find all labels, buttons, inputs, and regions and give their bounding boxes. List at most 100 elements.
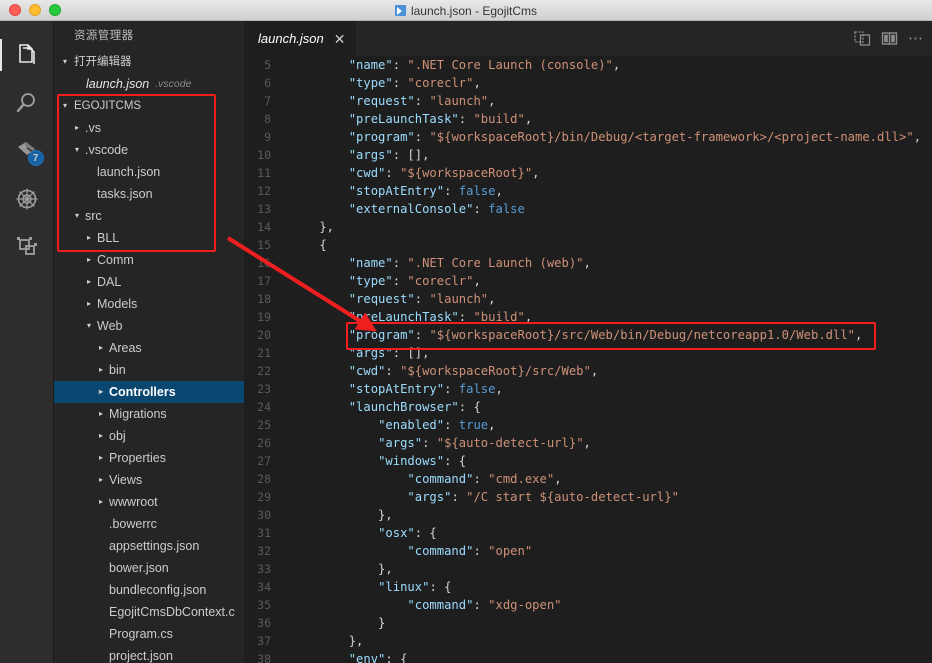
window-title-bar-text: launch.json - EgojitCms: [0, 0, 932, 21]
line-number: 19: [257, 310, 271, 324]
tree-item-label: obj: [109, 429, 126, 443]
code-line: 32 "command": "open": [244, 542, 932, 560]
tree-item-project-json[interactable]: project.json: [54, 645, 244, 663]
split-editor-icon[interactable]: [881, 30, 898, 47]
line-number: 8: [264, 112, 271, 126]
tree-item-comm[interactable]: ▸ Comm: [54, 249, 244, 271]
tree-item-program-cs[interactable]: Program.cs: [54, 623, 244, 645]
chevron-right-icon: ▸: [86, 255, 91, 264]
open-editor-folder: .vscode: [155, 78, 192, 90]
line-text: "request": "launch",: [348, 292, 496, 306]
tree-item-properties[interactable]: ▸ Properties: [54, 447, 244, 469]
minimize-window-button[interactable]: [29, 4, 41, 16]
line-number: 13: [257, 202, 271, 216]
tree-item-wwwroot[interactable]: ▸ wwwroot: [54, 491, 244, 513]
code-line: 9 "program": "${workspaceRoot}/bin/Debug…: [244, 128, 932, 146]
activity-item-explorer[interactable]: [0, 31, 54, 79]
code-line: 17 "type": "coreclr",: [244, 272, 932, 290]
line-number: 9: [264, 130, 271, 144]
code-editor-viewport[interactable]: 5 "name": ".NET Core Launch (console)", 6…: [244, 56, 932, 663]
line-number: 20: [257, 328, 271, 342]
line-number: 23: [257, 382, 271, 396]
tree-item-dal[interactable]: ▸ DAL: [54, 271, 244, 293]
tree-item-label: Properties: [109, 451, 166, 465]
window-titlebar: launch.json - EgojitCms: [0, 0, 932, 21]
open-editor-filename: launch.json: [86, 77, 150, 91]
tree-item-label: Web: [97, 319, 123, 333]
tree-item-label: Controllers: [109, 385, 176, 399]
tree-item-label: Program.cs: [109, 627, 173, 641]
tree-item-label: appsettings.json: [109, 539, 200, 553]
split-compare-icon[interactable]: [854, 30, 871, 47]
chevron-right-icon: ▸: [98, 475, 103, 484]
line-number: 27: [257, 454, 271, 468]
tree-item-bundleconfig-json[interactable]: bundleconfig.json: [54, 579, 244, 601]
tree-item-label: Models: [97, 297, 138, 311]
line-number: 33: [257, 562, 271, 576]
tree-item--bowerrc[interactable]: .bowerrc: [54, 513, 244, 535]
tree-item-migrations[interactable]: ▸ Migrations: [54, 403, 244, 425]
tree-item-egojitcmsdbcontext-c[interactable]: EgojitCmsDbContext.c: [54, 601, 244, 623]
tree-item-web[interactable]: ▾ Web: [54, 315, 244, 337]
line-number: 11: [257, 166, 271, 180]
open-editors-header[interactable]: ▾ 打开编辑器: [54, 51, 244, 73]
code-line: 30 },: [244, 506, 932, 524]
code-line: 11 "cwd": "${workspaceRoot}",: [244, 164, 932, 182]
code-line: 34 "linux": {: [244, 578, 932, 596]
line-text: "stopAtEntry": false,: [348, 382, 503, 396]
code-line: 24 "launchBrowser": {: [244, 398, 932, 416]
tree-item-views[interactable]: ▸ Views: [54, 469, 244, 491]
line-number: 22: [257, 364, 271, 378]
tree-item-bin[interactable]: ▸ bin: [54, 359, 244, 381]
close-icon[interactable]: ✕: [334, 32, 346, 46]
tree-item-models[interactable]: ▸ Models: [54, 293, 244, 315]
line-text: "env": {: [348, 652, 408, 663]
sidebar-title: 资源管理器: [74, 30, 134, 42]
tree-item-controllers[interactable]: ▸ Controllers: [54, 381, 244, 403]
code-line: 15 {: [244, 236, 932, 254]
line-text: "name": ".NET Core Launch (console)",: [348, 58, 621, 72]
line-number: 5: [264, 58, 271, 72]
line-number: 14: [257, 220, 271, 234]
tree-item-appsettings-json[interactable]: appsettings.json: [54, 535, 244, 557]
line-text: "windows": {: [378, 454, 467, 468]
activity-item-debug[interactable]: [0, 175, 54, 223]
code-line: 13 "externalConsole": false: [244, 200, 932, 218]
chevron-right-icon: ▸: [98, 497, 103, 506]
line-text: "linux": {: [378, 580, 452, 594]
tree-item-areas[interactable]: ▸ Areas: [54, 337, 244, 359]
line-text: }: [290, 616, 386, 630]
line-number: 37: [257, 634, 271, 648]
tree-item-label: EgojitCmsDbContext.c: [109, 605, 235, 619]
open-editor-item[interactable]: launch.json .vscode: [54, 73, 244, 95]
close-window-button[interactable]: [9, 4, 21, 16]
line-text: "args": "/C start ${auto-detect-url}": [407, 490, 679, 504]
editor-tab-launch-json[interactable]: launch.json ✕: [244, 21, 357, 56]
code-line: 7 "request": "launch",: [244, 92, 932, 110]
line-text: },: [290, 634, 364, 648]
activity-item-source-control[interactable]: 7: [0, 127, 54, 175]
ellipsis-icon[interactable]: ⋯: [908, 31, 924, 46]
line-text: "request": "launch",: [348, 94, 496, 108]
tree-item-bower-json[interactable]: bower.json: [54, 557, 244, 579]
line-text: },: [290, 562, 393, 576]
line-number: 32: [257, 544, 271, 558]
code-line: 35 "command": "xdg-open": [244, 596, 932, 614]
code-line: 25 "enabled": true,: [244, 416, 932, 434]
line-number: 15: [257, 238, 271, 252]
activity-item-extensions[interactable]: [0, 223, 54, 271]
code-line: 23 "stopAtEntry": false,: [244, 380, 932, 398]
source-control-badge: 7: [27, 150, 44, 166]
files-icon: [18, 44, 35, 64]
line-text: "stopAtEntry": false,: [348, 184, 503, 198]
chevron-right-icon: ▸: [98, 409, 103, 418]
tree-item-label: bundleconfig.json: [109, 583, 207, 597]
tree-item-obj[interactable]: ▸ obj: [54, 425, 244, 447]
maximize-window-button[interactable]: [49, 4, 61, 16]
line-number: 6: [264, 76, 271, 90]
line-text: "osx": {: [378, 526, 437, 540]
code-line: 29 "args": "/C start ${auto-detect-url}": [244, 488, 932, 506]
activity-item-search[interactable]: [0, 79, 54, 127]
